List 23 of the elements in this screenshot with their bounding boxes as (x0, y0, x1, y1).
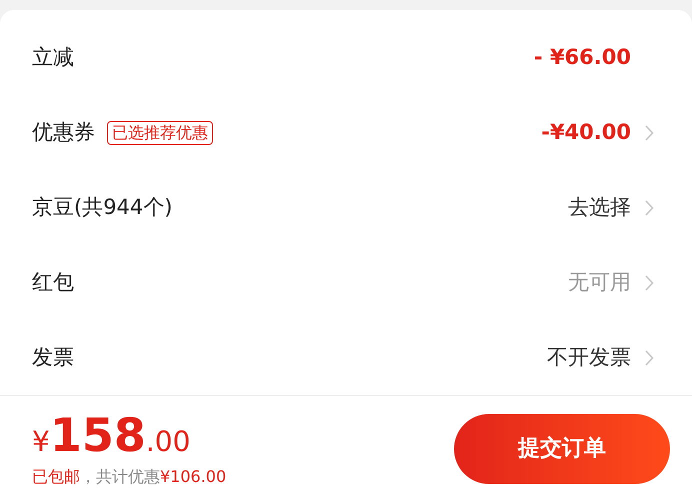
option-row[interactable]: 京豆(共944个) 去选择 (0, 170, 692, 245)
option-row[interactable]: 红包 无可用 (0, 245, 692, 320)
price-decimals: .00 (146, 424, 190, 460)
savings-label: ，共计优惠 (80, 466, 160, 488)
recommended-badge: 已选推荐优惠 (107, 120, 213, 144)
row-label: 发票 (32, 344, 74, 371)
savings-amount: ¥106.00 (160, 466, 226, 488)
option-row[interactable]: 发票 不开发票 (0, 320, 692, 395)
option-row[interactable]: 立减 - ¥66.00 (0, 20, 692, 95)
free-shipping-text: 已包邮 (32, 466, 80, 488)
submit-order-button[interactable]: 提交订单 (454, 414, 670, 484)
row-value: - ¥66.00 (534, 44, 631, 71)
row-value: -¥40.00 (541, 118, 631, 146)
currency-symbol: ¥ (32, 424, 50, 460)
row-label: 优惠券 (32, 118, 95, 146)
row-value: 去选择 (568, 194, 631, 221)
option-row[interactable]: 优惠券 已选推荐优惠 -¥40.00 (0, 95, 692, 170)
row-label: 红包 (32, 268, 74, 296)
row-label: 立减 (32, 44, 74, 71)
row-label: 京豆(共944个) (32, 194, 172, 221)
total-price: 158 (50, 408, 146, 460)
row-value: 不开发票 (547, 344, 631, 371)
row-value: 无可用 (568, 268, 631, 296)
